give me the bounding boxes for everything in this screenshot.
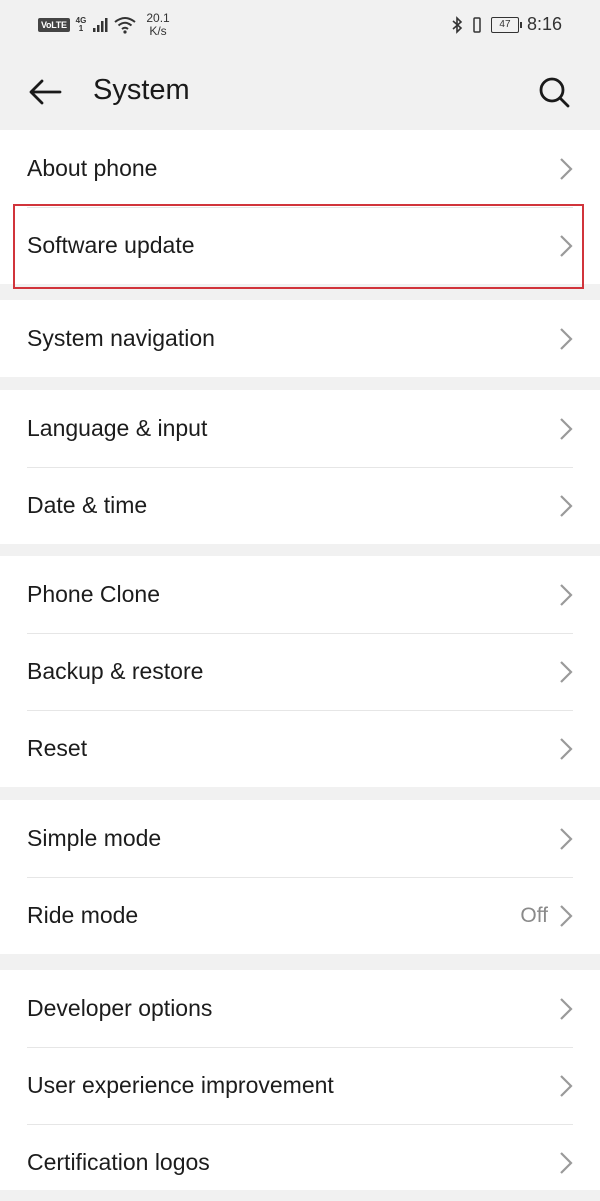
settings-item-date-time[interactable]: Date & time: [0, 467, 600, 544]
chevron-right-icon: [560, 904, 573, 927]
settings-item-label: Backup & restore: [27, 658, 204, 684]
settings-item-about-phone[interactable]: About phone: [0, 130, 600, 207]
settings-item-label: Phone Clone: [27, 581, 160, 607]
status-right: 47 8:16: [451, 14, 562, 35]
settings-item-certification-logos[interactable]: Certification logos: [0, 1124, 600, 1201]
chevron-right-icon: [560, 737, 573, 760]
ride-mode-status: Off: [520, 903, 548, 927]
settings-item-label: System navigation: [27, 325, 215, 351]
settings-item-label: Developer options: [27, 995, 213, 1021]
status-left: VoLTE 4G 1 20.1 K/s: [38, 12, 170, 38]
settings-item-label: Certification logos: [27, 1149, 210, 1175]
settings-item-label: Simple mode: [27, 825, 162, 851]
chevron-right-icon: [560, 327, 573, 350]
chevron-right-icon: [560, 417, 573, 440]
status-time: 8:16: [526, 14, 562, 34]
bluetooth-icon: [452, 15, 463, 34]
settings-item-label: Software update: [27, 232, 195, 258]
settings-item-backup-restore[interactable]: Backup & restore: [0, 633, 600, 710]
volte-badge: VoLTE: [38, 18, 70, 32]
chevron-right-icon: [560, 660, 573, 683]
settings-item-label: Ride mode: [27, 902, 139, 928]
chevron-right-icon: [560, 827, 573, 850]
settings-item-ride-mode[interactable]: Ride mode Off: [0, 877, 600, 954]
settings-item-label: Language & input: [27, 415, 208, 441]
settings-group-developer: Developer options User experience improv…: [0, 970, 600, 1190]
settings-item-software-update[interactable]: Software update: [0, 207, 600, 284]
settings-group-navigation: System navigation: [0, 300, 600, 377]
settings-item-label: Reset: [27, 735, 88, 761]
settings-group-language: Language & input Date & time: [0, 390, 600, 544]
settings-item-label: User experience improvement: [27, 1072, 334, 1098]
settings-item-reset[interactable]: Reset: [0, 710, 600, 787]
net-speed-unit: K/s: [149, 24, 167, 38]
settings-item-label: About phone: [27, 155, 158, 181]
net-speed: 20.1 K/s: [146, 12, 169, 38]
settings-item-system-navigation[interactable]: System navigation: [0, 300, 600, 377]
vibrate-icon: [473, 16, 481, 33]
settings-item-user-experience[interactable]: User experience improvement: [0, 1047, 600, 1124]
chevron-right-icon: [560, 1074, 573, 1097]
page-title: System: [93, 74, 190, 106]
settings-group-modes: Simple mode Ride mode Off: [0, 800, 600, 954]
settings-group-backup: Phone Clone Backup & restore Reset: [0, 556, 600, 787]
settings-item-label: Date & time: [27, 492, 148, 518]
network-sub-label: 1: [78, 24, 84, 33]
status-bar: VoLTE 4G 1 20.1 K/s 47 8:16: [0, 0, 600, 52]
settings-item-phone-clone[interactable]: Phone Clone: [0, 556, 600, 633]
settings-item-simple-mode[interactable]: Simple mode: [0, 800, 600, 877]
battery-indicator: 47: [490, 16, 522, 33]
arrow-left-icon: [29, 79, 62, 105]
settings-group-about: About phone Software update: [0, 130, 600, 284]
chevron-right-icon: [560, 583, 573, 606]
app-bar: System: [0, 52, 600, 130]
wifi-icon: [114, 17, 136, 34]
chevron-right-icon: [560, 997, 573, 1020]
back-button[interactable]: [26, 74, 66, 114]
search-icon: [539, 77, 570, 108]
chevron-right-icon: [560, 157, 573, 180]
chevron-right-icon: [560, 234, 573, 257]
chevron-right-icon: [560, 494, 573, 517]
settings-item-developer-options[interactable]: Developer options: [0, 970, 600, 1047]
network-type: 4G 1: [76, 17, 87, 33]
chevron-right-icon: [560, 1151, 573, 1174]
search-button[interactable]: [534, 72, 574, 112]
settings-item-language-input[interactable]: Language & input: [0, 390, 600, 467]
signal-icon: [93, 18, 108, 32]
